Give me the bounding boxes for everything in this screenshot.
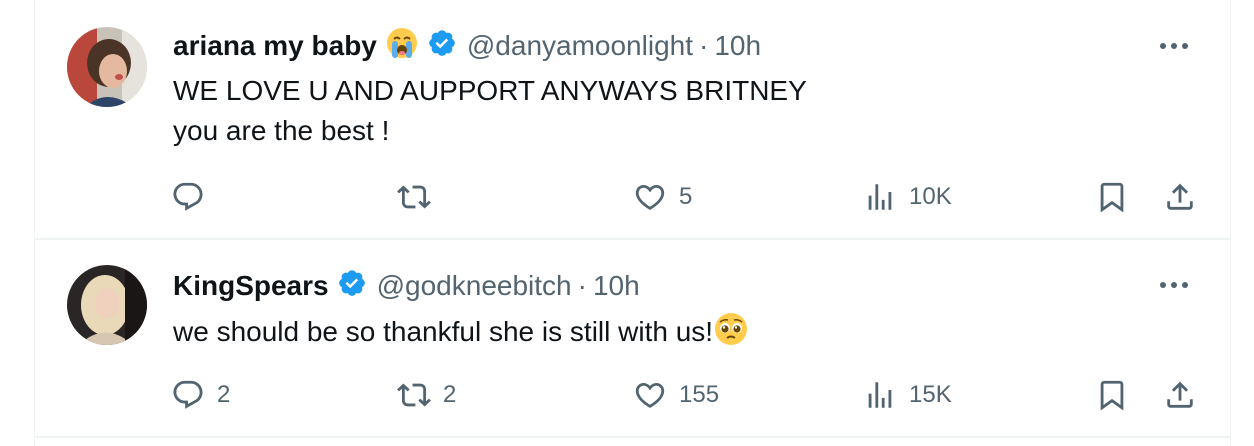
tweet[interactable]: KingSpears @godkneebitch · 10h we should… — [35, 240, 1230, 438]
timestamp[interactable]: 10h — [714, 30, 761, 62]
tweet-header: ariana my baby @danyamoonlight · 10h — [173, 26, 761, 66]
retweet-button[interactable] — [397, 177, 443, 217]
views-button[interactable]: 10K — [863, 177, 952, 217]
separator: · — [577, 270, 587, 301]
display-name[interactable]: ariana my baby — [173, 30, 377, 62]
like-icon — [635, 184, 665, 210]
reply-icon — [173, 182, 203, 211]
more-icon[interactable] — [1156, 275, 1192, 295]
user-handle[interactable]: @danyamoonlight — [467, 30, 693, 62]
verified-badge-icon[interactable] — [427, 28, 457, 65]
pleading-face-emoji-icon — [713, 311, 749, 358]
views-button[interactable]: 15K — [863, 375, 952, 415]
tweet-text-line: WE LOVE U AND AUPPORT ANYWAYS BRITNEY — [173, 75, 807, 106]
reply-icon — [173, 380, 203, 409]
more-icon[interactable] — [1156, 36, 1192, 56]
avatar[interactable] — [67, 27, 147, 107]
tweet-text-line: you are the best ! — [173, 115, 390, 146]
like-button[interactable]: 155 — [633, 375, 719, 415]
reply-count: 2 — [217, 381, 231, 408]
views-icon — [868, 382, 892, 408]
like-button[interactable]: 5 — [633, 177, 692, 217]
tweet-text-content: we should be so thankful she is still wi… — [173, 316, 714, 347]
action-bar: 2 2 155 15K — [35, 375, 1230, 415]
reply-button[interactable]: 2 — [171, 375, 230, 415]
action-bar: 5 10K — [35, 177, 1230, 217]
view-count: 15K — [909, 381, 952, 408]
view-count: 10K — [909, 183, 952, 210]
retweet-icon — [397, 383, 431, 407]
user-handle[interactable]: @godkneebitch — [377, 270, 572, 302]
like-icon — [635, 382, 665, 408]
tweet[interactable]: ariana my baby @danyamoonlight · 10h WE … — [35, 0, 1230, 240]
tweet-text-line: we should be so thankful she is still wi… — [173, 311, 749, 358]
tweet-header: KingSpears @godkneebitch · 10h — [173, 266, 640, 306]
share-button[interactable] — [1163, 177, 1197, 217]
timestamp[interactable]: 10h — [593, 270, 640, 302]
bookmark-button[interactable] — [1095, 177, 1129, 217]
bookmark-icon — [1100, 380, 1124, 411]
verified-badge-icon[interactable] — [337, 268, 367, 305]
crying-face-emoji-icon — [385, 26, 419, 67]
avatar[interactable] — [67, 265, 147, 345]
tweet-feed: ariana my baby @danyamoonlight · 10h WE … — [34, 0, 1231, 446]
retweet-button[interactable]: 2 — [397, 375, 456, 415]
share-icon — [1167, 381, 1193, 408]
tweet-text: WE LOVE U AND AUPPORT ANYWAYS BRITNEY yo… — [173, 71, 807, 151]
views-icon — [868, 184, 892, 210]
retweet-count: 2 — [443, 381, 457, 408]
bookmark-button[interactable] — [1095, 375, 1129, 415]
tweet-text: we should be so thankful she is still wi… — [173, 311, 749, 358]
like-count: 155 — [679, 381, 720, 408]
share-button[interactable] — [1163, 375, 1197, 415]
display-name[interactable]: KingSpears — [173, 270, 329, 302]
bookmark-icon — [1100, 182, 1124, 213]
like-count: 5 — [679, 183, 693, 210]
separator: · — [699, 30, 709, 61]
share-icon — [1167, 183, 1193, 210]
reply-button[interactable] — [171, 177, 217, 217]
retweet-icon — [397, 185, 431, 209]
